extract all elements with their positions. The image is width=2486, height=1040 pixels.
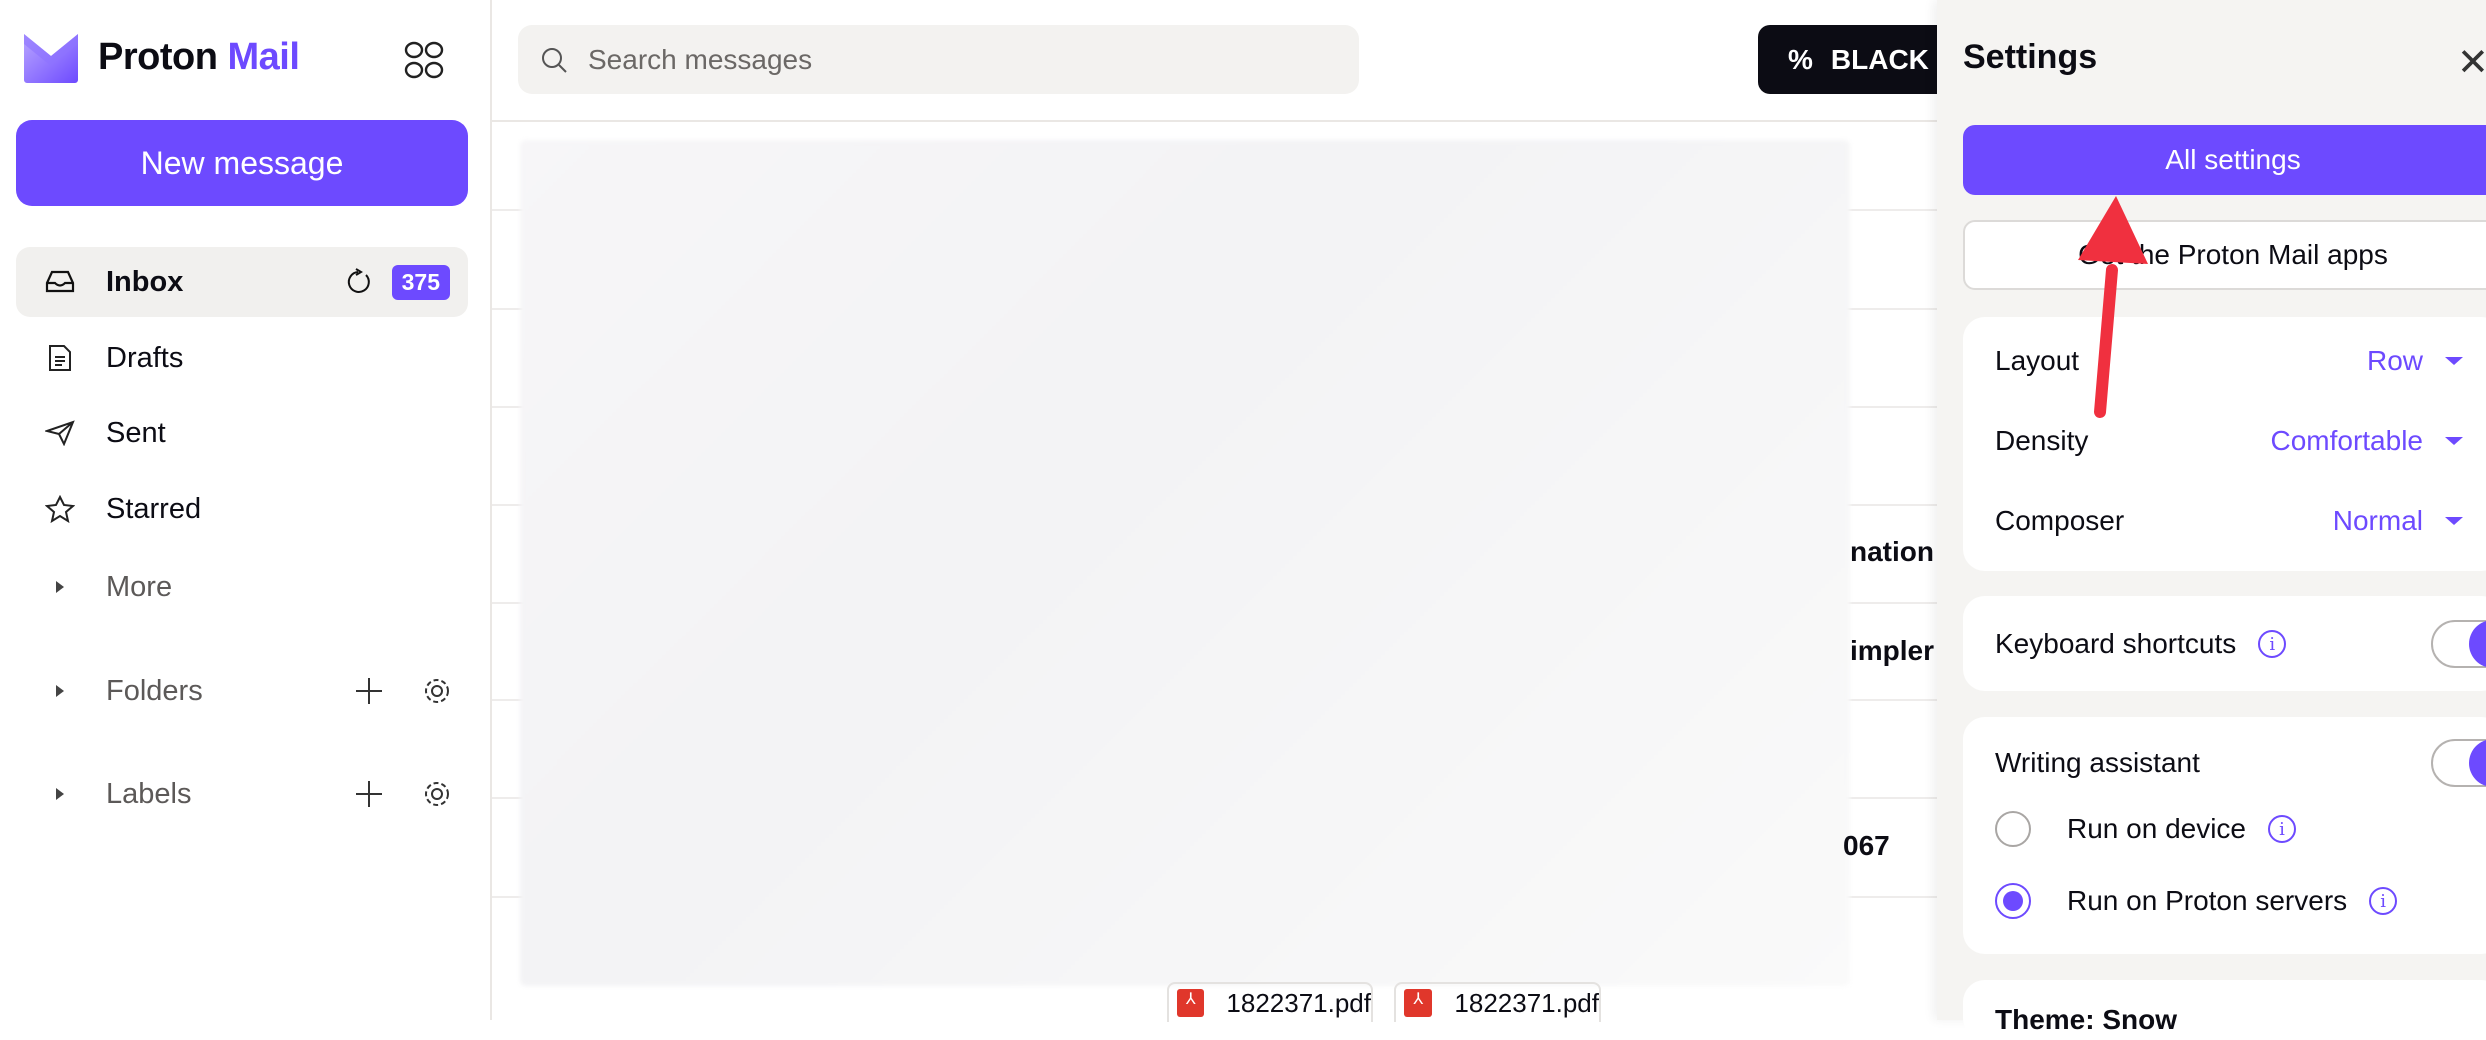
display-settings-card: Layout Row Density Comfortable Composer … — [1963, 317, 2486, 571]
run-on-servers-radio[interactable] — [1995, 883, 2031, 919]
keyboard-shortcuts-label: Keyboard shortcuts — [1995, 628, 2237, 659]
folder-settings-gear-icon[interactable] — [422, 676, 452, 706]
writing-assistant-setting: Writing assistant ✓ — [1995, 739, 2486, 787]
sidebar-item-more[interactable]: More — [16, 552, 468, 622]
promo-label: BLACK — [1830, 43, 1929, 75]
app-name: Proton Mail — [98, 36, 300, 78]
close-icon[interactable]: ✕ — [2457, 40, 2486, 85]
sidebar-item-label: Drafts — [106, 341, 184, 374]
add-label-icon[interactable] — [354, 779, 384, 809]
caret-right-icon — [40, 683, 80, 699]
drafts-icon — [40, 344, 80, 372]
sidebar-item-label: Starred — [106, 492, 202, 525]
info-icon[interactable]: i — [2258, 630, 2287, 658]
chevron-down-icon — [2445, 437, 2463, 445]
label-settings-gear-icon[interactable] — [422, 779, 452, 809]
proton-mail-logo — [24, 34, 78, 83]
check-icon: ✓ — [2469, 620, 2486, 668]
sidebar-section-labels[interactable]: Labels — [16, 759, 468, 829]
caret-right-icon — [40, 579, 80, 595]
search-input[interactable]: Search messages — [518, 25, 1359, 94]
run-on-device-radio[interactable] — [1995, 811, 2031, 847]
writing-assistant-toggle[interactable]: ✓ — [2431, 739, 2486, 787]
folders-label: Folders — [106, 674, 203, 707]
sidebar-item-inbox[interactable]: Inbox 375 — [16, 247, 468, 317]
chevron-down-icon — [2445, 357, 2463, 365]
sent-icon — [40, 420, 80, 446]
sidebar-item-starred[interactable]: Starred — [16, 474, 468, 544]
sidebar: Proton Mail New message Inbox 375 Drafts… — [0, 0, 492, 1020]
keyboard-shortcuts-toggle[interactable]: ✓ — [2431, 620, 2486, 668]
refresh-icon[interactable] — [344, 268, 372, 296]
percent-icon: % — [1788, 43, 1813, 75]
message-subject-fragment[interactable]: nation — [1850, 536, 1934, 568]
writing-assistant-card: Writing assistant ✓ Run on device i Run … — [1963, 717, 2486, 954]
sidebar-item-drafts[interactable]: Drafts — [16, 323, 468, 393]
apps-grid-icon[interactable] — [404, 40, 444, 80]
sidebar-item-label: Sent — [106, 416, 166, 449]
caret-right-icon — [40, 786, 80, 802]
quick-settings-panel: Settings ✕ All settings Get the Proton M… — [1937, 0, 2486, 1040]
header-divider — [492, 120, 1937, 122]
blurred-message-list — [520, 140, 1850, 986]
density-select[interactable]: Comfortable — [2270, 425, 2463, 457]
density-value: Comfortable — [2270, 425, 2423, 456]
message-subject-fragment[interactable]: impler — [1850, 635, 1934, 667]
pdf-icon: ⅄ — [1177, 989, 1205, 1017]
get-apps-button[interactable]: Get the Proton Mail apps — [1963, 220, 2486, 290]
option-label: Run on Proton servers — [2067, 885, 2348, 916]
unread-count-badge: 375 — [391, 264, 450, 300]
add-folder-icon[interactable] — [354, 676, 384, 706]
all-settings-button[interactable]: All settings — [1963, 125, 2486, 195]
star-icon — [40, 495, 80, 523]
annotation-arrow-icon — [2078, 196, 2148, 418]
chevron-down-icon — [2445, 517, 2463, 525]
sidebar-item-label: Inbox — [106, 265, 184, 298]
theme-card[interactable]: Theme: Snow — [1963, 980, 2486, 1040]
composer-setting[interactable]: Composer Normal — [1995, 505, 2486, 537]
option-label: Run on device — [2067, 813, 2247, 844]
layout-value: Row — [2366, 345, 2423, 376]
pdf-icon: ⅄ — [1404, 989, 1433, 1017]
keyboard-shortcuts-setting: Keyboard shortcuts i ✓ — [1995, 620, 2486, 668]
info-icon[interactable]: i — [2268, 815, 2297, 843]
sidebar-item-label: More — [106, 570, 173, 603]
info-icon[interactable]: i — [2369, 887, 2398, 915]
run-on-device-option[interactable]: Run on device i — [1995, 811, 2486, 847]
keyboard-shortcuts-card: Keyboard shortcuts i ✓ — [1963, 596, 2486, 691]
attachment-chip[interactable]: ⅄ 1822371.pdf — [1394, 982, 1601, 1022]
attachment-chip[interactable]: ⅄ 1822371.pdf — [1167, 982, 1373, 1022]
attachment-name: 1822371.pdf — [1454, 987, 1599, 1018]
attachment-name: 1822371.pdf — [1226, 987, 1371, 1018]
settings-title: Settings — [1963, 38, 2098, 76]
search-placeholder: Search messages — [588, 43, 813, 75]
check-icon: ✓ — [2469, 739, 2486, 787]
composer-value: Normal — [2332, 505, 2423, 536]
theme-label: Theme: Snow — [1995, 1004, 2178, 1035]
layout-select[interactable]: Row — [2367, 345, 2463, 377]
inbox-icon — [40, 270, 80, 294]
composer-label: Composer — [1995, 505, 2125, 536]
run-on-servers-option[interactable]: Run on Proton servers i — [1995, 883, 2486, 919]
composer-select[interactable]: Normal — [2333, 505, 2463, 537]
labels-label: Labels — [106, 777, 192, 810]
search-icon — [542, 47, 567, 73]
writing-assistant-label: Writing assistant — [1995, 747, 2200, 778]
sidebar-item-sent[interactable]: Sent — [16, 398, 468, 468]
new-message-button[interactable]: New message — [16, 120, 468, 206]
message-subject-fragment[interactable]: 067 — [1843, 830, 1890, 862]
sidebar-section-folders[interactable]: Folders — [16, 656, 468, 726]
